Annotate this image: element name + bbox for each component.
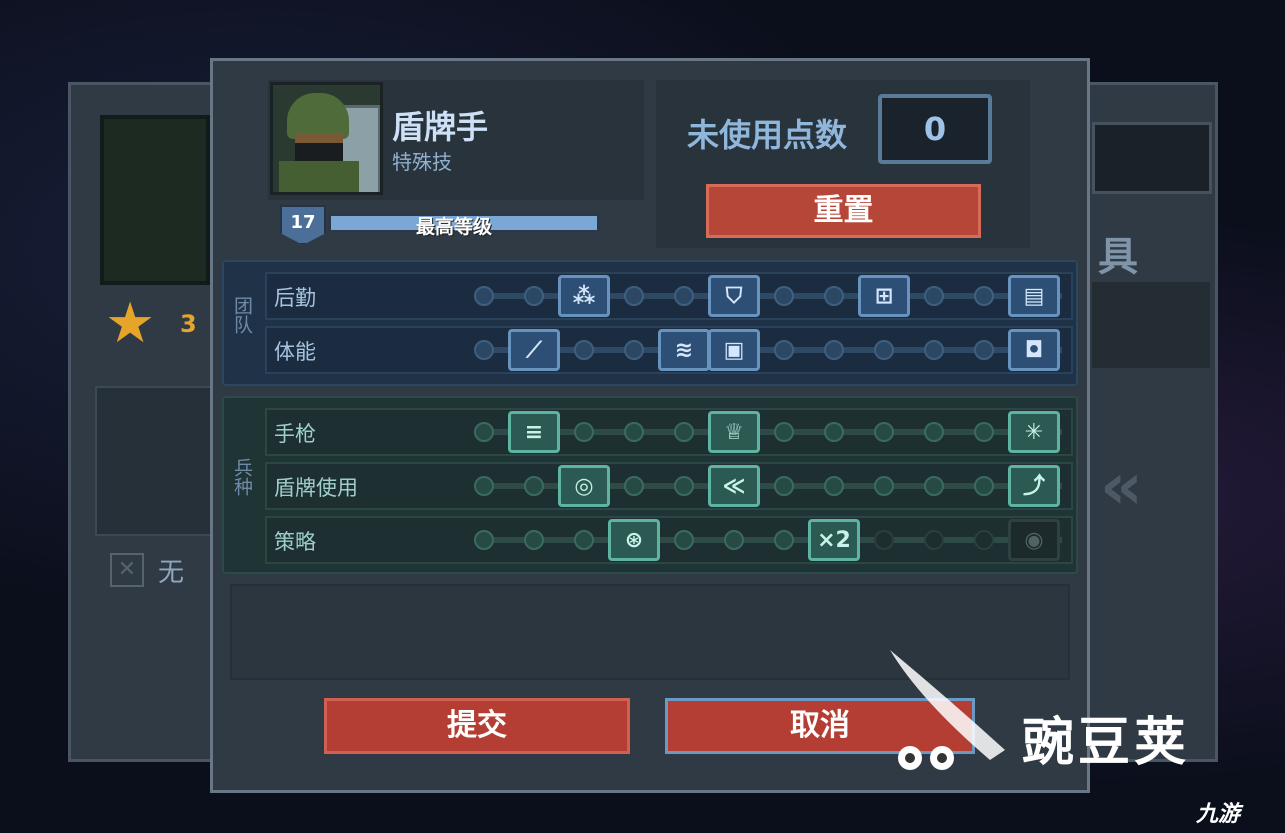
skill-dot[interactable] bbox=[574, 422, 594, 442]
skill-dot[interactable] bbox=[924, 422, 944, 442]
skill-dot[interactable] bbox=[574, 340, 594, 360]
skill-dot[interactable] bbox=[624, 476, 644, 496]
shield-bash-icon[interactable]: ◎ bbox=[558, 465, 610, 507]
background-right-text: 具 bbox=[1098, 234, 1138, 280]
medkit-icon[interactable]: ⊞ bbox=[858, 275, 910, 317]
skill-dot[interactable] bbox=[474, 422, 494, 442]
skill-dot[interactable] bbox=[524, 286, 544, 306]
arms-section-tag: 兵种 bbox=[231, 458, 253, 496]
skill-dot[interactable] bbox=[474, 340, 494, 360]
star-icon: ★ bbox=[105, 291, 156, 356]
skill-dot[interactable] bbox=[774, 476, 794, 496]
double-icon[interactable]: ×2 bbox=[808, 519, 860, 561]
skill-dot[interactable] bbox=[824, 422, 844, 442]
skill-dot[interactable] bbox=[874, 530, 894, 550]
skill-dot[interactable] bbox=[974, 286, 994, 306]
crate-icon[interactable]: ▣ bbox=[708, 329, 760, 371]
background-weapon-slot bbox=[95, 386, 215, 536]
corner-watermark: 九游 bbox=[1196, 802, 1241, 827]
double-chevron-left-icon: ‹‹ bbox=[1100, 450, 1143, 524]
skill-dot[interactable] bbox=[674, 286, 694, 306]
unused-points-label: 未使用点数 bbox=[687, 116, 848, 154]
sprint-icon[interactable]: ≋ bbox=[658, 329, 710, 371]
skill-dot[interactable] bbox=[474, 286, 494, 306]
skill-dot[interactable] bbox=[774, 340, 794, 360]
wandoujia-logo-icon bbox=[890, 650, 1005, 770]
skill-dot[interactable] bbox=[624, 340, 644, 360]
skill-dot[interactable] bbox=[874, 422, 894, 442]
body-graphic bbox=[279, 161, 359, 192]
skill-dot[interactable] bbox=[874, 340, 894, 360]
background-right-field bbox=[1092, 122, 1212, 194]
skill-dot[interactable] bbox=[824, 476, 844, 496]
skill-dot[interactable] bbox=[974, 530, 994, 550]
skill-dot[interactable] bbox=[974, 422, 994, 442]
skill-dot[interactable] bbox=[774, 530, 794, 550]
skill-dot[interactable] bbox=[824, 286, 844, 306]
xp-label: 最高等级 bbox=[416, 216, 493, 238]
skill-dot[interactable] bbox=[974, 476, 994, 496]
skill-dot[interactable] bbox=[674, 422, 694, 442]
skill-dot[interactable] bbox=[674, 530, 694, 550]
class-subtitle: 特殊技 bbox=[392, 150, 452, 174]
skill-dot[interactable] bbox=[974, 340, 994, 360]
armor-plus-icon[interactable]: ⛉ bbox=[708, 275, 760, 317]
unused-points-value: 0 bbox=[878, 94, 992, 164]
skill-dot[interactable] bbox=[574, 530, 594, 550]
empty-slot-icon: ✕ bbox=[110, 553, 144, 587]
skill-dot[interactable] bbox=[824, 340, 844, 360]
class-name: 盾牌手 bbox=[392, 108, 489, 146]
skill-row-label: 策略 bbox=[274, 530, 316, 554]
skill-dot[interactable] bbox=[874, 476, 894, 496]
skill-row-label: 手枪 bbox=[274, 422, 316, 446]
skill-dot[interactable] bbox=[924, 476, 944, 496]
team-section-tag: 团队 bbox=[231, 296, 253, 334]
skill-dot[interactable] bbox=[624, 286, 644, 306]
skill-dot[interactable] bbox=[524, 476, 544, 496]
skill-dot[interactable] bbox=[624, 422, 644, 442]
skill-dot[interactable] bbox=[524, 530, 544, 550]
burst-icon[interactable]: ✳ bbox=[1008, 411, 1060, 453]
skill-row-label: 后勤 bbox=[274, 286, 316, 310]
skill-dot[interactable] bbox=[474, 530, 494, 550]
ammo-box-icon[interactable]: ▤ bbox=[1008, 275, 1060, 317]
crown-icon[interactable]: ♕ bbox=[708, 411, 760, 453]
boost-icon[interactable]: ⤴ bbox=[1008, 465, 1060, 507]
knife-icon[interactable]: ⟋ bbox=[508, 329, 560, 371]
mask-icon[interactable]: ◘ bbox=[1008, 329, 1060, 371]
skill-dot[interactable] bbox=[924, 530, 944, 550]
submit-button[interactable]: 提交 bbox=[324, 698, 630, 754]
skill-dot[interactable] bbox=[924, 286, 944, 306]
reset-button[interactable]: 重置 bbox=[706, 184, 981, 238]
chevron-swap-icon[interactable]: ≪ bbox=[708, 465, 760, 507]
skill-dot[interactable] bbox=[724, 530, 744, 550]
soldier-portrait bbox=[270, 82, 383, 195]
skill-dot[interactable] bbox=[774, 286, 794, 306]
locked-icon[interactable]: ◉ bbox=[1008, 519, 1060, 561]
background-right-box bbox=[1092, 282, 1210, 368]
background-portrait bbox=[100, 115, 210, 285]
watermark-text: 豌豆荚 bbox=[1022, 713, 1191, 773]
star-count: 3 bbox=[180, 310, 197, 338]
equip-none-label: 无 bbox=[158, 558, 185, 588]
skill-row-label: 盾牌使用 bbox=[274, 476, 358, 500]
rapid-fire-icon[interactable]: ≡ bbox=[508, 411, 560, 453]
turret-icon[interactable]: ⊛ bbox=[608, 519, 660, 561]
skill-row-label: 体能 bbox=[274, 340, 316, 364]
skill-dot[interactable] bbox=[474, 476, 494, 496]
skill-dot[interactable] bbox=[924, 340, 944, 360]
skill-dot[interactable] bbox=[774, 422, 794, 442]
bullets-icon[interactable]: ⁂ bbox=[558, 275, 610, 317]
skill-dot[interactable] bbox=[674, 476, 694, 496]
